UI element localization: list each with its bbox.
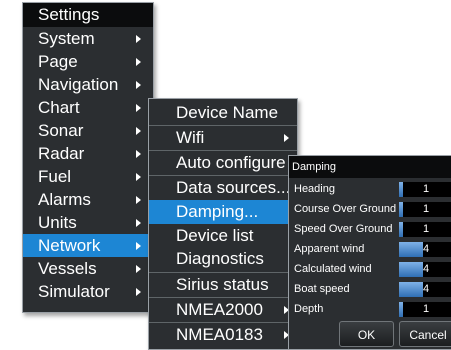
- settings-menu-title: Settings: [23, 3, 153, 27]
- damping-value: 1: [422, 183, 430, 195]
- settings-item-label: Page: [38, 52, 78, 71]
- damping-row-boat-speed: Boat speed 4: [289, 280, 451, 300]
- network-submenu: Device Name Wifi Auto configure Data sou…: [148, 98, 298, 350]
- submenu-arrow-icon: [136, 196, 141, 204]
- ok-button[interactable]: OK: [339, 321, 394, 347]
- damping-value: 4: [422, 243, 430, 255]
- damping-slider[interactable]: 1: [399, 222, 451, 237]
- network-item-nmea0183[interactable]: NMEA0183: [149, 323, 297, 347]
- settings-item-label: Alarms: [38, 190, 91, 209]
- damping-value: 4: [422, 263, 430, 275]
- submenu-arrow-icon: [136, 35, 141, 43]
- damping-label: Heading: [294, 183, 335, 195]
- settings-item-sonar[interactable]: Sonar: [23, 119, 153, 142]
- cancel-button[interactable]: Cancel: [399, 321, 451, 347]
- damping-slider[interactable]: 4: [399, 242, 451, 257]
- damping-value: 4: [422, 283, 430, 295]
- damping-row-speed-over-ground: Speed Over Ground 1: [289, 220, 451, 240]
- settings-item-alarms[interactable]: Alarms: [23, 188, 153, 211]
- settings-item-simulator[interactable]: Simulator: [23, 280, 153, 303]
- settings-menu: Settings System Page Navigation Chart So…: [22, 2, 154, 313]
- settings-item-chart[interactable]: Chart: [23, 96, 153, 119]
- network-item-damping[interactable]: Damping...: [149, 200, 297, 224]
- settings-item-label: Navigation: [38, 75, 119, 94]
- submenu-arrow-icon: [136, 127, 141, 135]
- damping-dialog-title: Damping: [289, 156, 451, 178]
- settings-item-vessels[interactable]: Vessels: [23, 257, 153, 280]
- settings-item-system[interactable]: System: [23, 27, 153, 50]
- submenu-arrow-icon: [136, 173, 141, 181]
- network-item-label: Wifi: [176, 128, 205, 147]
- damping-slider[interactable]: 1: [399, 302, 451, 317]
- network-item-label: Diagnostics: [176, 249, 264, 268]
- damping-slider[interactable]: 4: [399, 282, 451, 297]
- settings-item-label: Sonar: [38, 121, 84, 140]
- network-item-data-sources[interactable]: Data sources...: [149, 176, 297, 200]
- damping-value: 1: [422, 303, 430, 315]
- network-item-sirius-status[interactable]: Sirius status: [149, 273, 297, 297]
- network-item-nmea2000[interactable]: NMEA2000: [149, 298, 297, 322]
- settings-item-fuel[interactable]: Fuel: [23, 165, 153, 188]
- network-item-label: NMEA0183: [176, 325, 263, 344]
- network-item-auto-configure[interactable]: Auto configure: [149, 151, 297, 175]
- damping-row-heading: Heading 1: [289, 180, 451, 200]
- settings-item-label: Vessels: [38, 259, 97, 278]
- damping-slider[interactable]: 4: [399, 262, 451, 277]
- settings-item-units[interactable]: Units: [23, 211, 153, 234]
- damping-slider[interactable]: 1: [399, 182, 451, 197]
- network-item-label: Sirius status: [176, 275, 269, 294]
- settings-item-label: Simulator: [38, 282, 110, 301]
- damping-row-course-over-ground: Course Over Ground 1: [289, 200, 451, 220]
- damping-slider[interactable]: 1: [399, 202, 451, 217]
- network-item-label: Auto configure: [176, 153, 286, 172]
- submenu-arrow-icon: [136, 265, 141, 273]
- settings-item-label: Chart: [38, 98, 80, 117]
- damping-label: Course Over Ground: [294, 203, 397, 215]
- submenu-arrow-icon: [136, 242, 141, 250]
- submenu-arrow-icon: [136, 150, 141, 158]
- settings-item-label: Network: [38, 236, 101, 255]
- network-item-device-name[interactable]: Device Name: [149, 101, 297, 125]
- damping-label: Speed Over Ground: [294, 223, 393, 235]
- network-item-label: Device list: [176, 226, 254, 245]
- network-item-device-list[interactable]: Device list: [149, 224, 297, 248]
- submenu-arrow-icon: [136, 288, 141, 296]
- network-item-label: Device Name: [176, 103, 279, 122]
- damping-label: Boat speed: [294, 283, 350, 295]
- submenu-arrow-icon: [136, 219, 141, 227]
- damping-value: 1: [422, 203, 430, 215]
- settings-item-navigation[interactable]: Navigation: [23, 73, 153, 96]
- settings-item-radar[interactable]: Radar: [23, 142, 153, 165]
- network-item-wifi[interactable]: Wifi: [149, 126, 297, 150]
- damping-row-depth: Depth 1: [289, 300, 451, 320]
- damping-value: 1: [422, 223, 430, 235]
- settings-item-label: Radar: [38, 144, 85, 163]
- settings-item-label: System: [38, 29, 95, 48]
- submenu-arrow-icon: [136, 104, 141, 112]
- settings-item-label: Units: [38, 213, 77, 232]
- settings-item-label: Fuel: [38, 167, 72, 186]
- submenu-arrow-icon: [284, 134, 289, 142]
- network-item-label: Data sources...: [176, 178, 291, 197]
- submenu-arrow-icon: [136, 81, 141, 89]
- damping-label: Calculated wind: [294, 263, 372, 275]
- damping-dialog: Damping Heading 1 Course Over Ground 1 S…: [288, 155, 451, 350]
- submenu-arrow-icon: [136, 58, 141, 66]
- settings-item-network[interactable]: Network: [23, 234, 153, 257]
- settings-item-page[interactable]: Page: [23, 50, 153, 73]
- damping-label: Depth: [294, 303, 324, 315]
- network-item-diagnostics[interactable]: Diagnostics: [149, 247, 297, 271]
- network-item-label: NMEA2000: [176, 300, 263, 319]
- damping-label: Apparent wind: [294, 243, 365, 255]
- damping-row-apparent-wind: Apparent wind 4: [289, 240, 451, 260]
- damping-row-calculated-wind: Calculated wind 4: [289, 260, 451, 280]
- network-item-label: Damping...: [176, 202, 259, 221]
